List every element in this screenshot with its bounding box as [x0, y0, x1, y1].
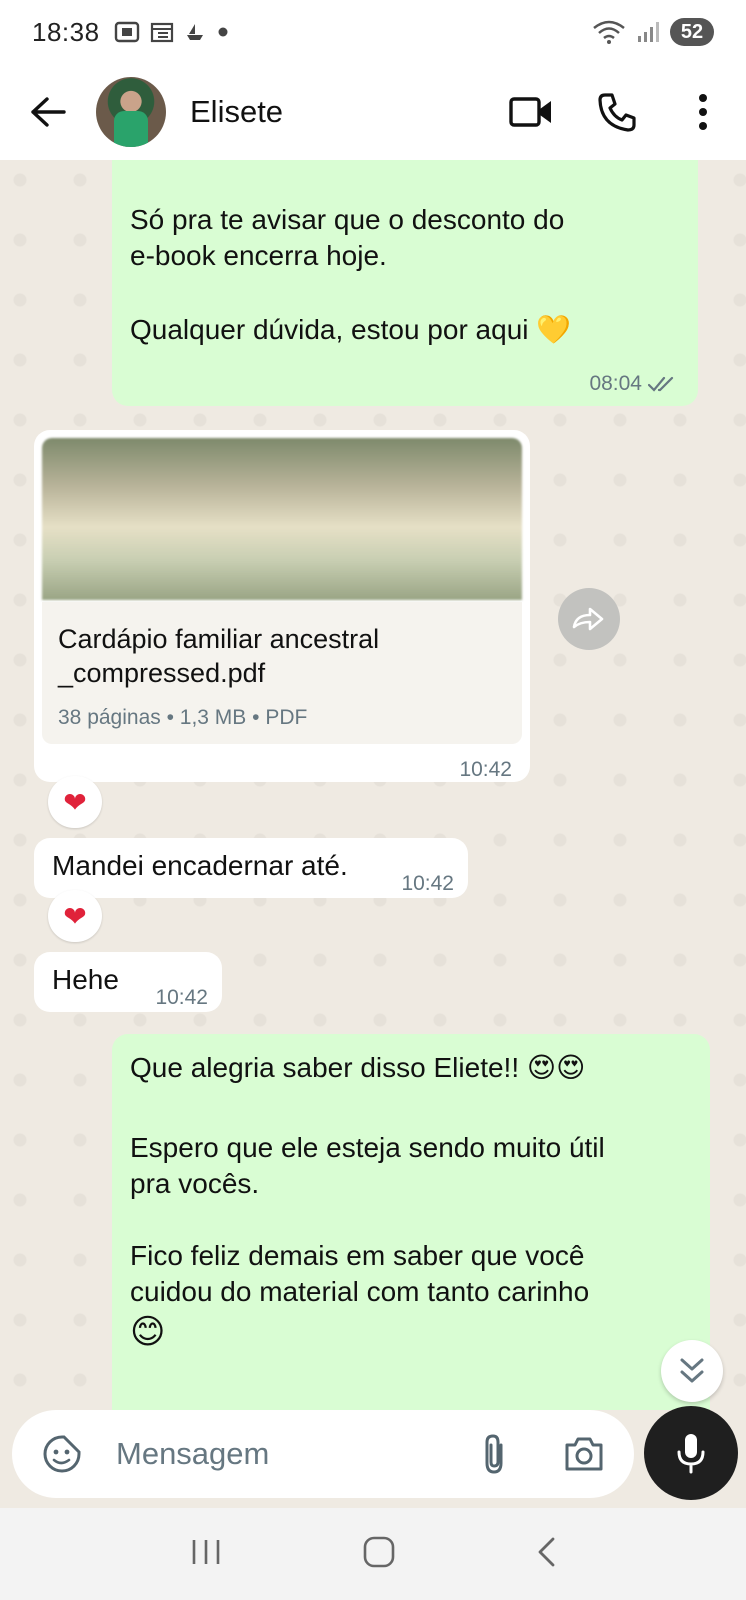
document-message[interactable]: Cardápio familiar ancestral _compressed.…: [34, 430, 530, 782]
more-options-button[interactable]: [660, 64, 746, 160]
message-text: 😊: [130, 1313, 166, 1351]
message-text: e-book encerra hoje.: [130, 240, 387, 271]
document-title: Cardápio familiar ancestral: [58, 624, 380, 654]
screenshot-icon: [114, 21, 139, 43]
voice-record-button[interactable]: [644, 1406, 738, 1500]
message-text: Mandei encadernar até.: [52, 850, 348, 881]
video-call-button[interactable]: [488, 64, 574, 160]
dot-icon: [218, 27, 228, 37]
message-text: Fico feliz demais em saber que você: [130, 1240, 585, 1271]
home-icon: [363, 1536, 395, 1567]
message-text: Que alegria saber disso Eliete!! 😍😍: [130, 1052, 586, 1083]
message-text: Hehe: [52, 964, 119, 995]
message-text: pra vocês.: [130, 1168, 260, 1199]
outgoing-message[interactable]: Que alegria saber disso Eliete!! 😍😍 Espe…: [112, 1034, 710, 1410]
chat-header: Elisete: [0, 64, 746, 160]
phone-icon: [598, 93, 636, 132]
arrow-left-icon: [31, 97, 66, 127]
message-placeholder[interactable]: Mensagem: [116, 1436, 464, 1472]
avatar[interactable]: [96, 77, 166, 147]
document-details: 38 páginas • 1,3 MB • PDF: [58, 706, 308, 729]
signal-icon: [638, 22, 659, 42]
system-back-button[interactable]: [535, 1536, 557, 1573]
document-title: _compressed.pdf: [58, 658, 266, 688]
recent-apps-button[interactable]: [189, 1537, 223, 1572]
message-time: 10:42: [459, 758, 512, 781]
notification-icons: [114, 21, 230, 43]
forward-icon: [572, 607, 604, 631]
more-vertical-icon: [699, 94, 707, 130]
microphone-icon: [677, 1434, 705, 1474]
wifi-icon: [593, 20, 625, 44]
reaction-badge[interactable]: ❤: [48, 776, 102, 828]
message-input[interactable]: Mensagem: [12, 1410, 634, 1498]
status-time: 18:38: [32, 16, 100, 47]
chevron-left-icon: [538, 1537, 555, 1566]
camera-icon: [565, 1437, 603, 1471]
boat-icon: [186, 24, 203, 40]
attach-button[interactable]: [464, 1424, 524, 1484]
message-time: 08:04: [589, 366, 680, 402]
message-text: cuidou do material com tanto carinho: [130, 1276, 590, 1307]
home-button[interactable]: [362, 1535, 396, 1574]
forward-button[interactable]: [558, 588, 620, 650]
voice-call-button[interactable]: [574, 64, 660, 160]
sticker-button[interactable]: [32, 1424, 92, 1484]
recents-icon: [193, 1539, 220, 1564]
system-nav-bar: [0, 1508, 746, 1600]
scroll-to-bottom-button[interactable]: [661, 1340, 723, 1402]
paperclip-icon: [485, 1434, 503, 1474]
sticker-icon: [43, 1435, 81, 1473]
incoming-message[interactable]: Mandei encadernar até. 10:42: [34, 838, 468, 898]
outgoing-message[interactable]: Só pra te avisar que o desconto do e-boo…: [112, 160, 698, 406]
message-time: 10:42: [155, 986, 208, 1009]
battery-indicator: 52: [670, 18, 714, 46]
double-chevron-down-icon: [680, 1358, 704, 1383]
document-info[interactable]: Cardápio familiar ancestral _compressed.…: [42, 602, 522, 744]
message-input-bar: Mensagem: [0, 1406, 746, 1510]
back-button[interactable]: [0, 64, 96, 160]
double-check-icon: [648, 376, 674, 392]
document-thumbnail[interactable]: [42, 438, 522, 600]
message-text: Espero que ele esteja sendo muito útil: [130, 1132, 605, 1163]
message-time: 10:42: [401, 872, 454, 895]
reaction-badge[interactable]: ❤: [48, 890, 102, 942]
message-text: Só pra te avisar que o desconto do: [130, 204, 565, 235]
chat-area[interactable]: Só pra te avisar que o desconto do e-boo…: [0, 160, 746, 1410]
calendar-icon: [150, 22, 173, 43]
camera-button[interactable]: [554, 1424, 614, 1484]
contact-name[interactable]: Elisete: [190, 94, 283, 130]
status-bar: 18:38 52: [0, 0, 746, 64]
message-text: Qualquer dúvida, estou por aqui 💛: [130, 314, 572, 345]
video-camera-icon: [509, 97, 551, 127]
incoming-message[interactable]: Hehe 10:42: [34, 952, 222, 1012]
